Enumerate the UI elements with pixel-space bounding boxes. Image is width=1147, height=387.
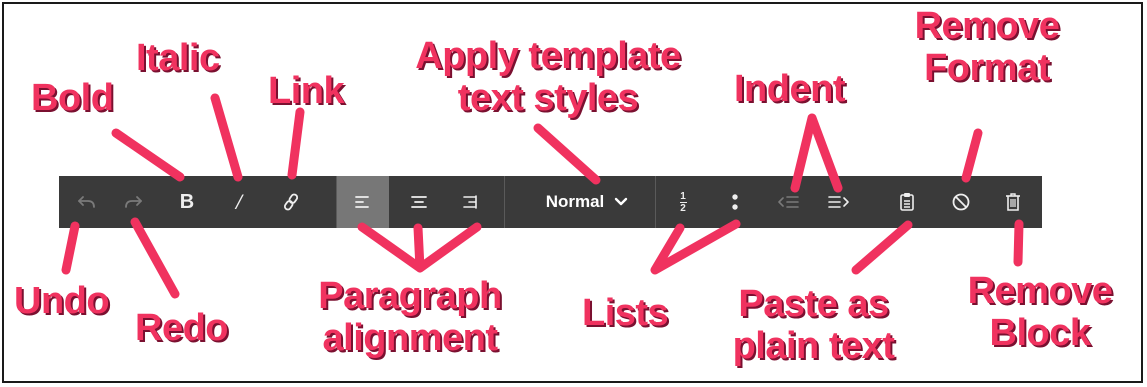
indent-button[interactable]: [821, 176, 857, 228]
italic-icon: /: [235, 189, 243, 214]
undo-button[interactable]: [69, 176, 105, 228]
outdent-icon: [778, 196, 799, 208]
circle-slash-icon: [952, 193, 970, 211]
toolbar-separator: [504, 176, 505, 228]
text-style-value: Normal: [545, 192, 605, 211]
undo-label: Undo: [14, 280, 110, 322]
align-center-button[interactable]: [393, 176, 445, 228]
redo-label: Redo: [135, 307, 229, 349]
outdent-button[interactable]: [771, 176, 807, 228]
link-label: Link: [268, 70, 345, 112]
unordered-list-button[interactable]: [717, 176, 753, 228]
remove-block-button[interactable]: [995, 176, 1031, 228]
trash-icon: [1006, 193, 1020, 211]
link-icon: [283, 193, 299, 211]
paste-plain-text-label: Paste as plain text: [732, 283, 895, 367]
bold-label: Bold: [31, 77, 114, 119]
text-style-select[interactable]: Normal: [514, 176, 660, 228]
toolbar-separator: [655, 176, 656, 228]
ordered-list-icon: 1 2: [679, 190, 687, 214]
chevron-down-icon: [615, 197, 628, 206]
apply-template-label: Apply template text styles: [415, 35, 681, 119]
paragraph-alignment-label: Paragraph alignment: [318, 275, 502, 359]
bold-icon: B: [179, 190, 195, 213]
undo-icon: [78, 196, 95, 208]
italic-label: Italic: [136, 37, 220, 79]
link-button[interactable]: [271, 176, 311, 228]
clipboard-icon: [900, 193, 914, 211]
remove-format-button[interactable]: [943, 176, 979, 228]
indent-icon: [828, 196, 849, 208]
align-left-icon: [355, 196, 369, 208]
redo-button[interactable]: [115, 176, 151, 228]
ordered-list-button[interactable]: 1 2: [665, 176, 701, 228]
align-right-button[interactable]: [443, 176, 495, 228]
redo-icon: [125, 196, 142, 208]
unordered-list-icon: [732, 194, 738, 210]
remove-format-label: Remove Format: [914, 5, 1060, 89]
italic-button[interactable]: /: [219, 176, 259, 228]
align-center-icon: [411, 196, 427, 208]
remove-block-label: Remove Block: [967, 270, 1113, 354]
align-left-button[interactable]: [337, 176, 389, 228]
lists-label: Lists: [582, 292, 669, 334]
paste-plain-text-button[interactable]: [889, 176, 925, 228]
editor-toolbar: B / Normal 1 2: [59, 176, 1042, 228]
align-right-icon: [463, 195, 477, 209]
bold-button[interactable]: B: [167, 176, 207, 228]
indent-label: Indent: [734, 68, 845, 110]
